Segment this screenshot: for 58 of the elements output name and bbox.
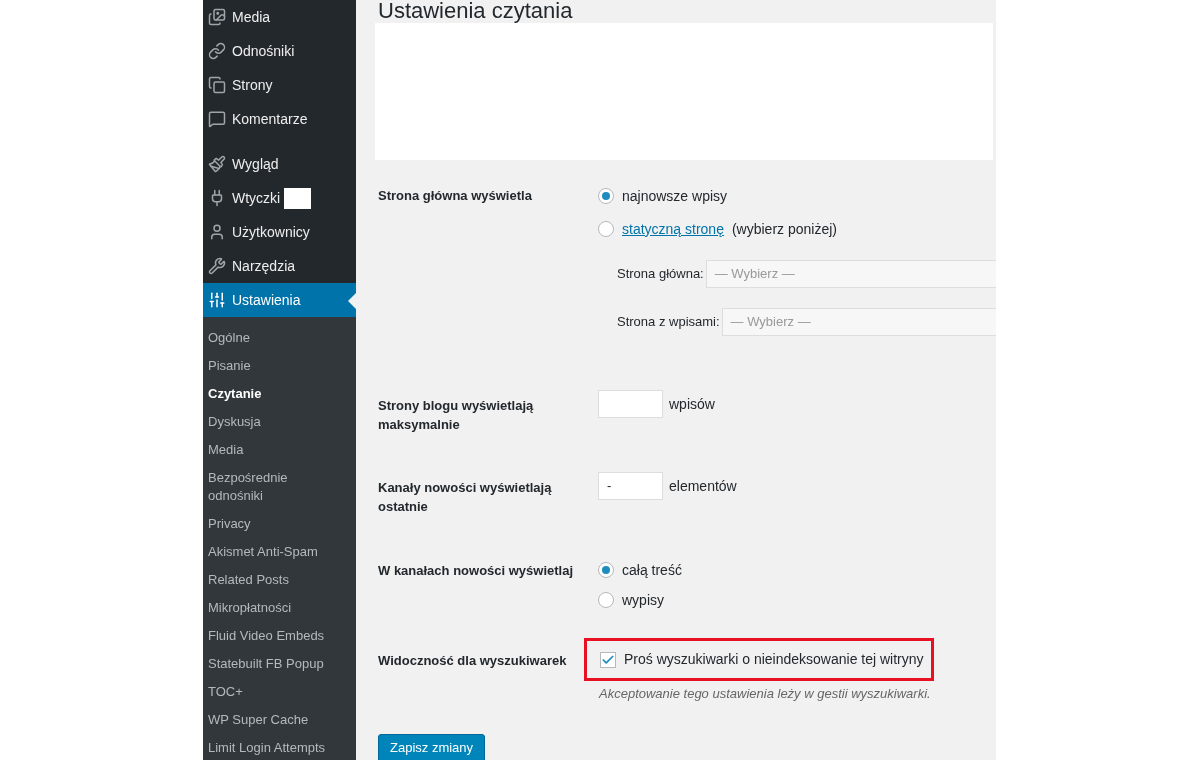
description-text: Akceptowanie tego ustawienia leży w gestii wyszukiwarki. xyxy=(599,685,932,703)
link-icon xyxy=(208,42,226,60)
submenu-item[interactable]: Ogólne xyxy=(203,324,356,352)
field-label: Strony blogu wyświetlają maksymalnie xyxy=(378,397,535,434)
number-input[interactable]: - xyxy=(598,472,663,500)
unit-label: elementów xyxy=(669,476,737,496)
checkbox[interactable] xyxy=(600,651,616,668)
submenu-item[interactable]: Statebuilt FB Popup xyxy=(203,650,356,678)
submenu-item[interactable]: Related Posts xyxy=(203,566,356,594)
unit-label: wpisów xyxy=(669,394,715,414)
submenu-item[interactable]: Akismet Anti-Spam xyxy=(203,538,356,566)
submenu-item[interactable]: Mikropłatności xyxy=(203,594,356,622)
field-label: Strona główna wyświetla xyxy=(378,187,532,205)
submenu-item[interactable]: Media xyxy=(203,436,356,464)
number-input[interactable] xyxy=(598,390,663,418)
sidebar-menu-item[interactable]: Strony xyxy=(203,68,356,102)
redacted-block xyxy=(284,187,312,209)
submenu-item[interactable]: Fluid Video Embeds xyxy=(203,622,356,650)
submenu-item[interactable]: Dyskusja xyxy=(203,408,356,436)
select-label: Strona główna: xyxy=(617,265,704,284)
select-label: Strona z wpisami: xyxy=(617,313,720,332)
field-label: W kanałach nowości wyświetlaj xyxy=(378,562,574,580)
sidebar-menu-item[interactable]: Narzędzia xyxy=(203,249,356,283)
sidebar-menu-item[interactable]: Komentarze xyxy=(203,102,356,136)
radio-button[interactable] xyxy=(598,221,614,237)
submenu-item[interactable]: TOC+ xyxy=(203,678,356,706)
paintbrush-icon xyxy=(208,155,226,173)
submenu-item[interactable]: Limit Login Attempts xyxy=(203,734,356,760)
radio-label: całą treść xyxy=(622,560,682,580)
speech-bubble-icon xyxy=(208,110,226,128)
checkbox-label: Proś wyszukiwarki o nieindeksowanie tej witryny xyxy=(624,650,924,669)
page-title: Ustawienia czytania xyxy=(378,0,573,22)
radio-button[interactable] xyxy=(598,188,614,204)
submenu-item[interactable]: Pisanie xyxy=(203,352,356,380)
sidebar-menu-item[interactable]: Ustawienia xyxy=(203,283,356,317)
submenu-item[interactable]: Czytanie xyxy=(203,380,356,408)
sidebar-menu-item[interactable]: Wygląd xyxy=(203,147,356,181)
pages-icon xyxy=(208,76,226,94)
save-button[interactable]: Zapisz zmiany xyxy=(378,733,486,760)
static-page-link[interactable]: statyczną stronę xyxy=(622,218,724,240)
sidebar-menu-item[interactable]: Użytkownicy xyxy=(203,215,356,249)
radio-button[interactable] xyxy=(598,592,614,608)
field-label: Kanały nowości wyświetlają ostatnie xyxy=(378,479,553,516)
sidebar-menu-item[interactable]: Odnośniki xyxy=(203,34,356,68)
images-icon xyxy=(208,8,226,26)
radio-label: wypisy xyxy=(622,590,664,610)
sidebar-menu-item[interactable]: Wtyczki xyxy=(203,181,356,215)
wrench-icon xyxy=(208,257,226,275)
submenu-item[interactable]: Privacy xyxy=(203,510,356,538)
user-icon xyxy=(208,223,226,241)
submenu-item[interactable]: WP Super Cache xyxy=(203,706,356,734)
settings-icon xyxy=(208,291,226,309)
radio-label: najnowsze wpisy xyxy=(622,186,728,206)
field-label: Widoczność dla wyszukiwarek xyxy=(378,652,567,670)
radio-button[interactable] xyxy=(598,562,614,578)
submenu-item[interactable]: Bezpośrednie odnośniki xyxy=(203,464,356,510)
sidebar-menu-item[interactable]: Media xyxy=(203,0,356,34)
radio-label: (wybierz poniżej) xyxy=(731,219,837,239)
